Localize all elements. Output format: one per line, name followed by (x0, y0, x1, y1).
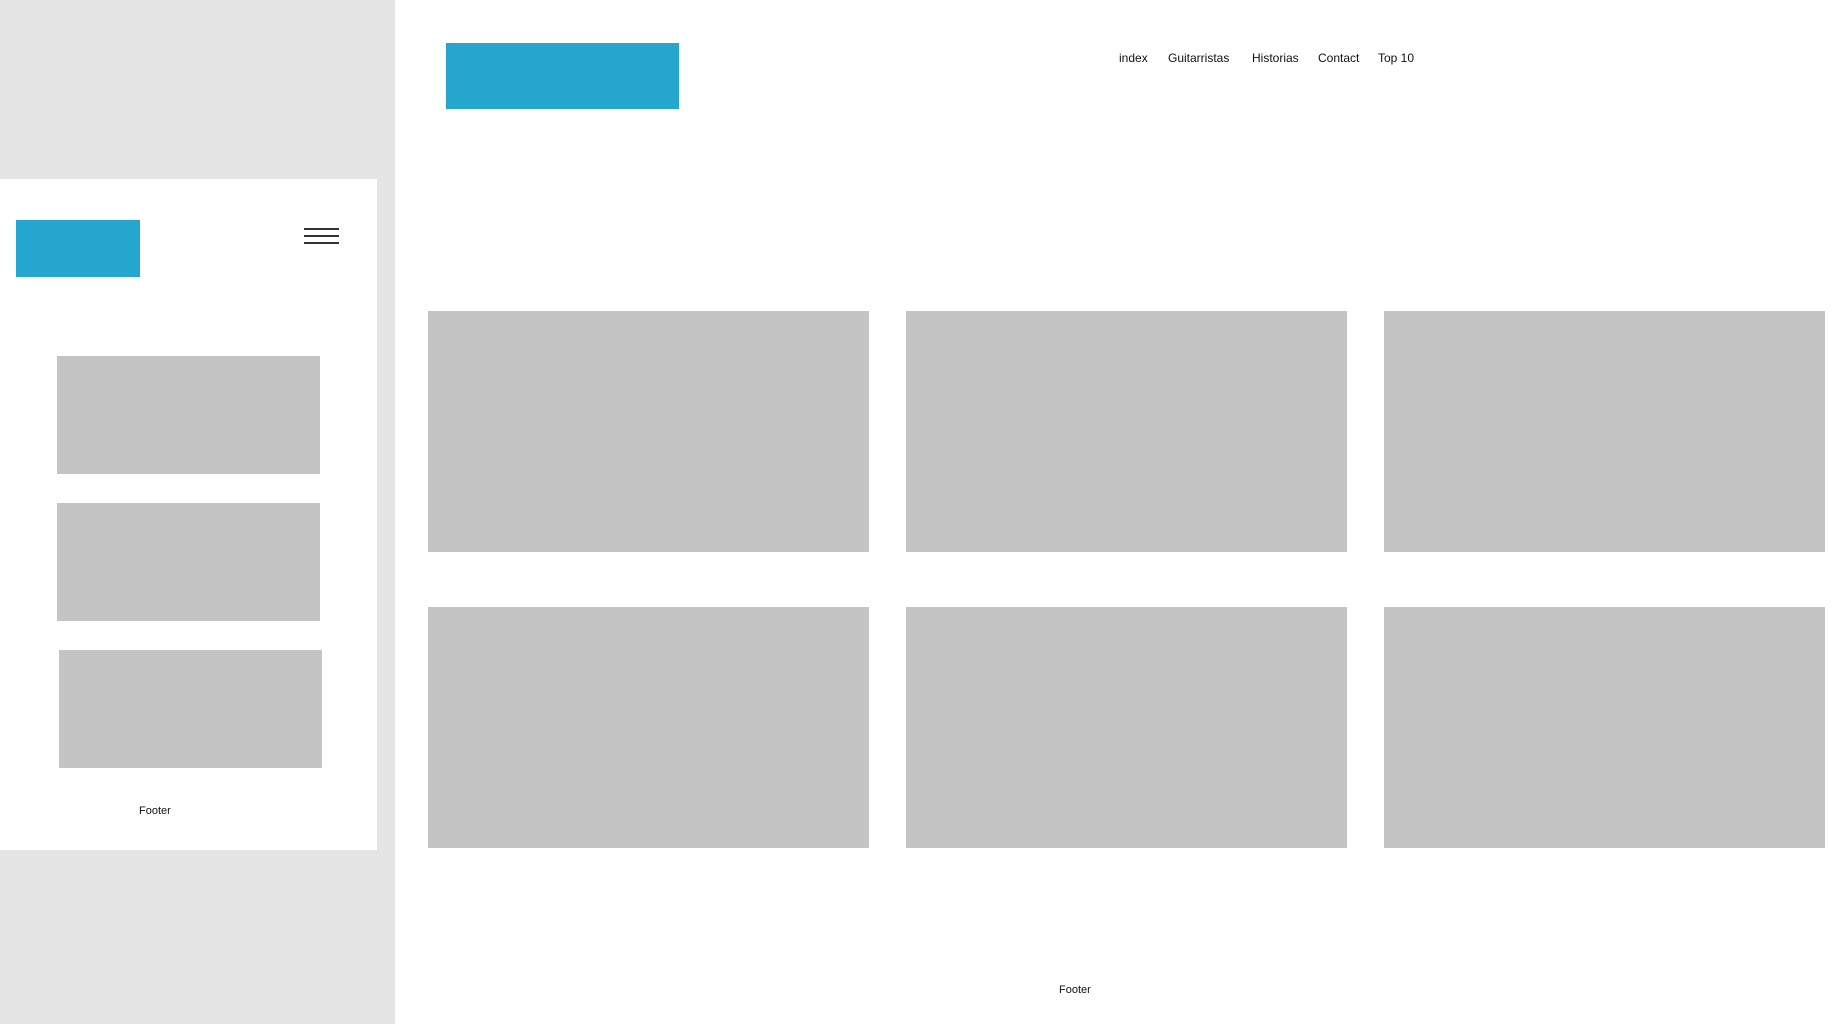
grid-card-3[interactable] (1384, 311, 1825, 552)
mobile-card-1[interactable] (57, 356, 320, 474)
nav-link-guitarristas[interactable]: Guitarristas (1168, 51, 1229, 65)
desktop-footer: Footer (1059, 984, 1091, 996)
hamburger-menu-icon[interactable] (300, 225, 342, 247)
mobile-footer: Footer (139, 805, 171, 817)
grid-card-5[interactable] (906, 607, 1347, 848)
grid-card-4[interactable] (428, 607, 869, 848)
nav-link-historias[interactable]: Historias (1252, 51, 1299, 65)
nav-link-top-10[interactable]: Top 10 (1378, 51, 1414, 65)
mobile-card-2[interactable] (57, 503, 320, 621)
grid-card-1[interactable] (428, 311, 869, 552)
nav-link-contact[interactable]: Contact (1318, 51, 1359, 65)
desktop-logo-placeholder[interactable] (446, 43, 679, 109)
grid-card-2[interactable] (906, 311, 1347, 552)
mobile-logo-placeholder[interactable] (16, 220, 140, 277)
mobile-card-3[interactable] (59, 650, 322, 768)
nav-link-index[interactable]: index (1119, 51, 1148, 65)
grid-card-6[interactable] (1384, 607, 1825, 848)
